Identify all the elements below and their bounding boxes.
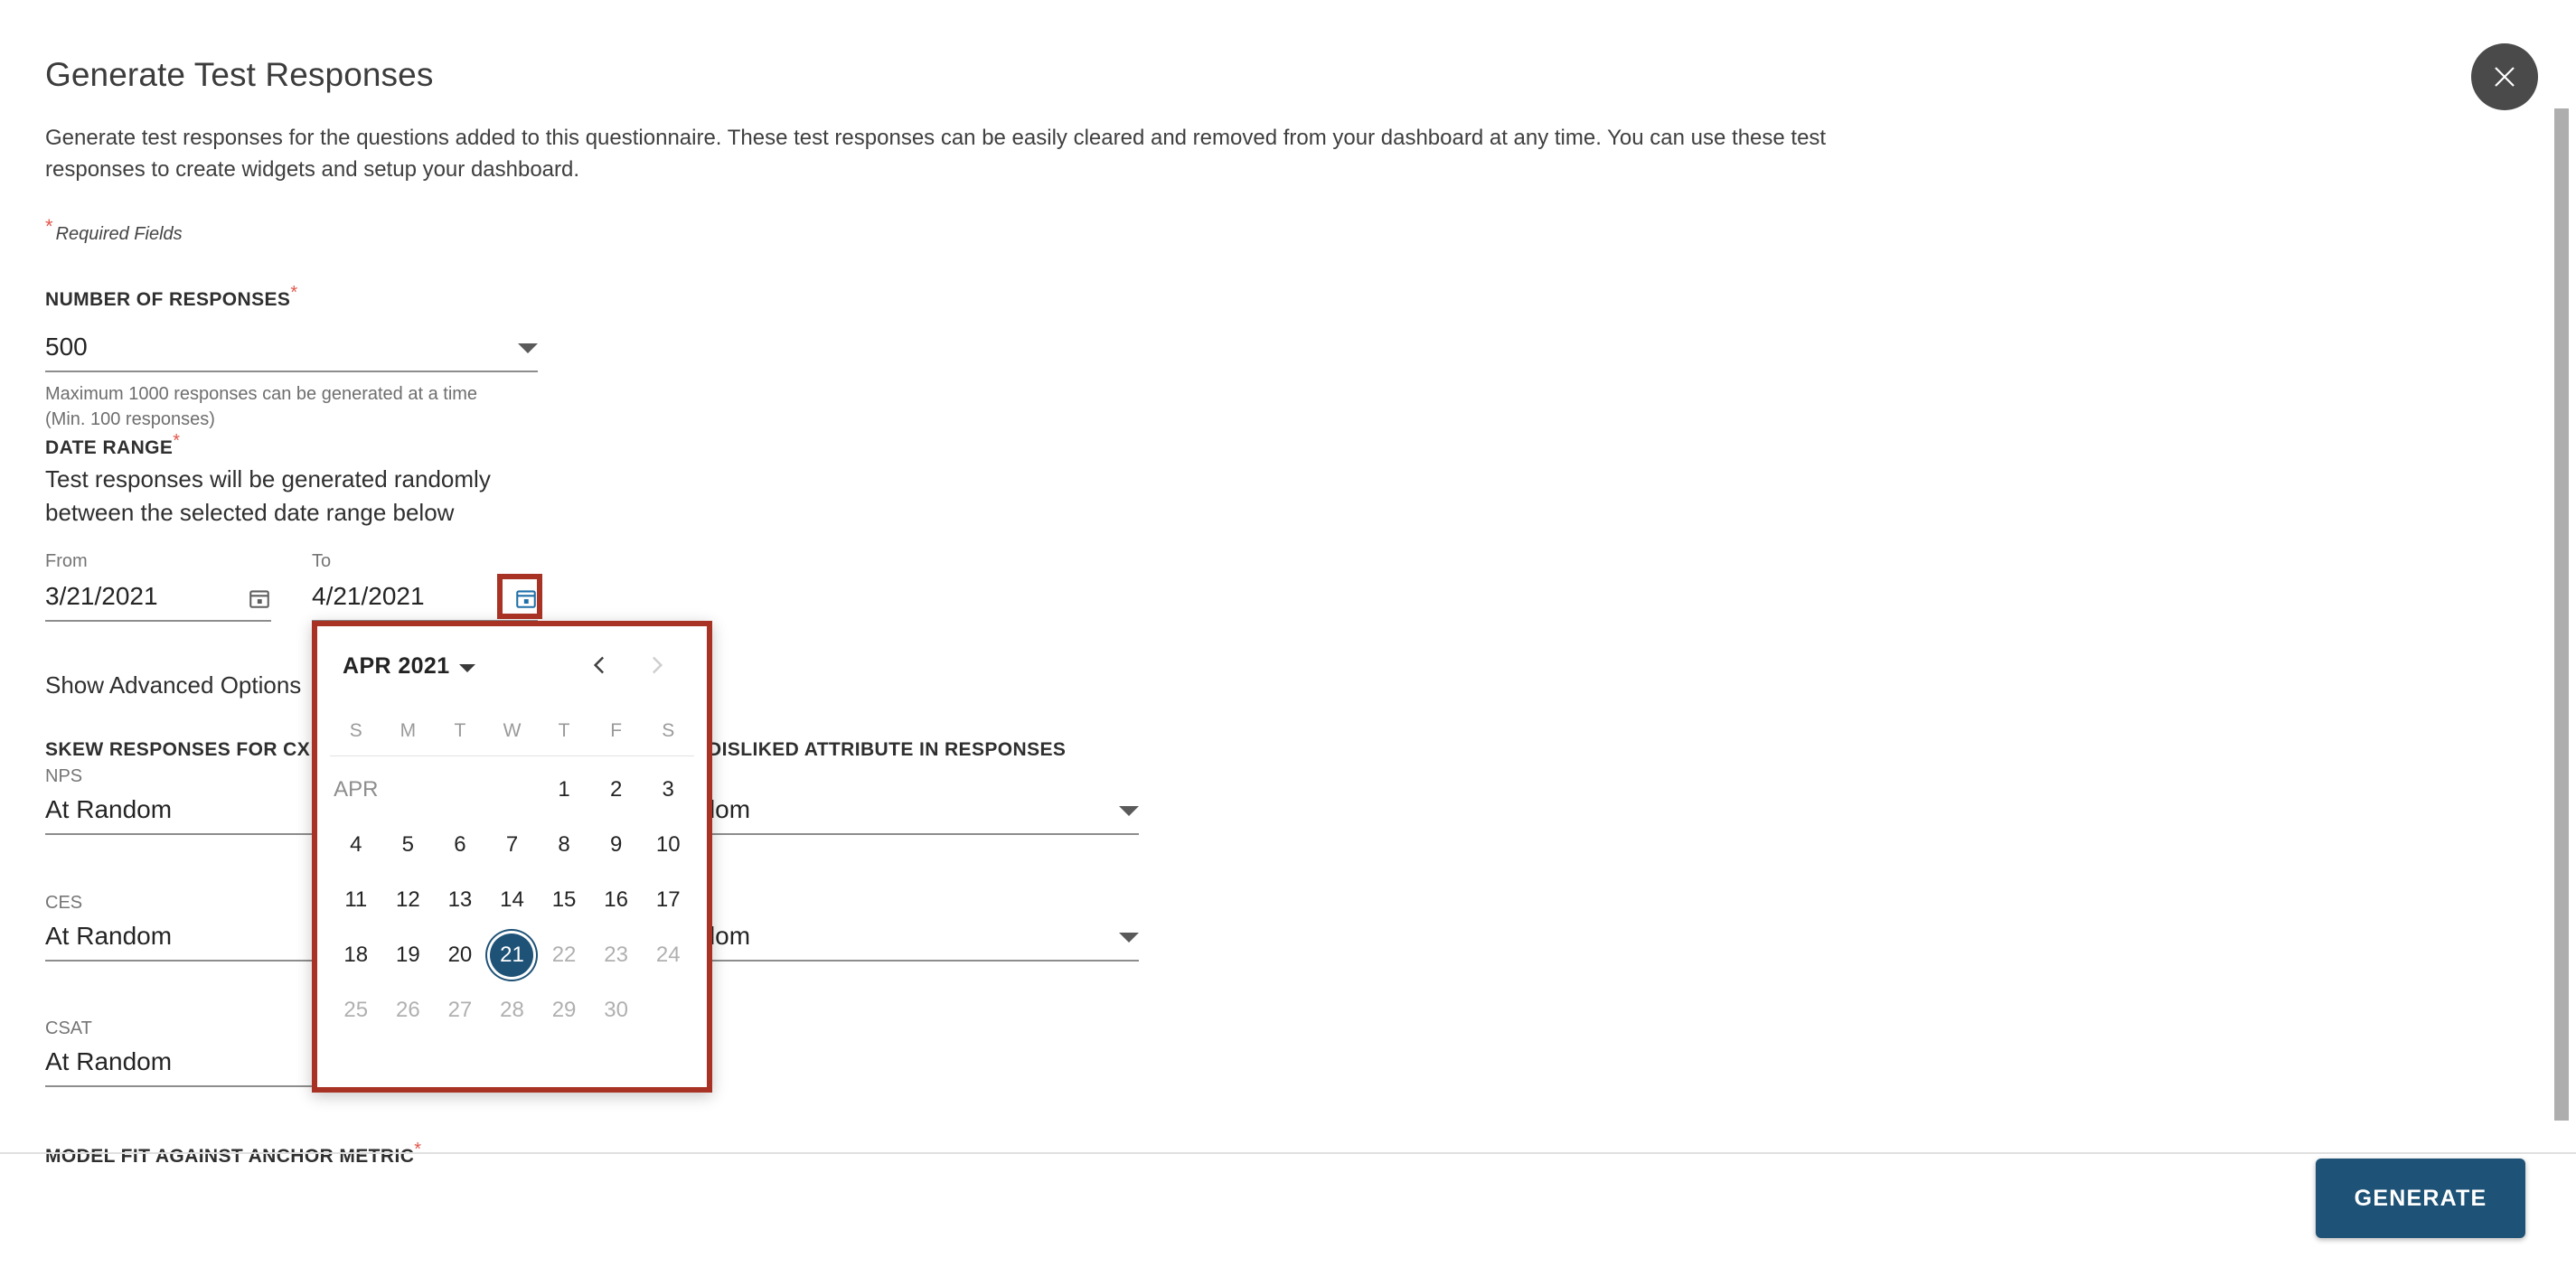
generate-button[interactable]: GENERATE xyxy=(2316,1159,2525,1238)
calendar-day-8[interactable]: 8 xyxy=(538,817,590,872)
to-date-field[interactable]: 4/21/2021 xyxy=(312,569,538,622)
to-calendar-icon-button[interactable] xyxy=(514,586,538,620)
required-asterisk: * xyxy=(414,1140,422,1159)
ces-value: At Random xyxy=(45,922,173,950)
calendar-empty-cell xyxy=(486,762,539,817)
calendar-day-6[interactable]: 6 xyxy=(434,817,486,872)
calendar-day-12[interactable]: 12 xyxy=(382,872,435,927)
weekday-1: M xyxy=(400,719,417,741)
required-asterisk: * xyxy=(45,215,53,238)
calendar-day-5[interactable]: 5 xyxy=(382,817,435,872)
calendar-day-11[interactable]: 11 xyxy=(330,872,382,927)
calendar-prev-button[interactable] xyxy=(586,652,613,680)
calendar-day-29: 29 xyxy=(551,997,577,1022)
calendar-day-27: 27 xyxy=(447,997,473,1022)
dialog-description: Generate test responses for the question… xyxy=(45,126,1827,182)
vertical-scrollbar-thumb[interactable] xyxy=(2554,108,2569,1121)
chevron-right-icon xyxy=(645,653,669,680)
calendar-day-24: 24 xyxy=(655,942,681,967)
weekday-4: T xyxy=(558,719,570,741)
footer-divider xyxy=(0,1152,2576,1154)
number-of-responses-helper: Maximum 1000 responses can be generated … xyxy=(45,384,478,430)
generate-test-responses-dialog: Generate Test Responses Generate test re… xyxy=(0,0,2576,1276)
calendar-icon xyxy=(514,586,538,613)
weekday-6: S xyxy=(662,719,675,741)
from-date-value: 3/21/2021 xyxy=(45,582,158,610)
calendar-day-label: 21 xyxy=(500,942,524,967)
number-of-responses-select[interactable]: 500 xyxy=(45,316,538,372)
weekday-2: T xyxy=(454,719,466,741)
chevron-down-icon xyxy=(518,343,538,353)
calendar-nav-group xyxy=(586,652,687,680)
number-of-responses-label: NUMBER OF RESPONSES* xyxy=(45,283,298,310)
calendar-day-18[interactable]: 18 xyxy=(330,927,382,982)
calendar-day-13[interactable]: 13 xyxy=(434,872,486,927)
calendar-header: APR 2021 xyxy=(330,626,694,706)
calendar-day-14[interactable]: 14 xyxy=(486,872,539,927)
calendar-day-3[interactable]: 3 xyxy=(642,762,694,817)
calendar-day-26: 26 xyxy=(396,997,420,1022)
calendar-day-28: 28 xyxy=(500,997,524,1022)
from-calendar-icon-button[interactable] xyxy=(248,586,271,620)
chevron-down-icon xyxy=(1119,806,1139,816)
calendar-day-30: 30 xyxy=(604,997,628,1022)
csat-value: At Random xyxy=(45,1047,173,1075)
calendar-day-23: 23 xyxy=(604,942,628,967)
close-button[interactable] xyxy=(2471,43,2538,110)
page-title: Generate Test Responses xyxy=(45,56,434,93)
weekday-3: W xyxy=(503,719,522,741)
calendar-day-22: 22 xyxy=(551,942,577,967)
date-picker-popup: APR 20 21 S M T W T F S APR 1 2 3 4 5 6 7… xyxy=(312,621,712,1093)
required-asterisk: * xyxy=(290,283,298,303)
calendar-period-label: APR 2021 xyxy=(343,652,450,679)
calendar-day-21[interactable]: 21 xyxy=(486,927,539,982)
calendar-weekday-header: S M T W T F S xyxy=(330,706,694,756)
calendar-day-4[interactable]: 4 xyxy=(330,817,382,872)
model-fit-label: MODEL FIT AGAINST ANCHOR METRIC* xyxy=(45,1140,422,1167)
required-asterisk: * xyxy=(173,431,181,451)
date-range-label: DATE RANGE* xyxy=(45,431,181,458)
calendar-day-17[interactable]: 17 xyxy=(642,872,694,927)
calendar-day-10[interactable]: 10 xyxy=(642,817,694,872)
close-icon xyxy=(2488,61,2521,93)
from-date-field[interactable]: 3/21/2021 xyxy=(45,569,271,622)
show-advanced-options-toggle[interactable]: Show Advanced Options xyxy=(45,671,301,699)
chevron-left-icon xyxy=(588,653,611,680)
calendar-day-grid: APR 1 2 3 4 5 6 7 8 9 10 11 12 13 14 15 16 17 18 19 20 21 22 23… xyxy=(330,756,694,1037)
nps-value: At Random xyxy=(45,795,173,823)
calendar-day-25: 25 xyxy=(343,997,369,1022)
calendar-day-7[interactable]: 7 xyxy=(486,817,539,872)
to-date-value: 4/21/2021 xyxy=(312,582,425,610)
calendar-day-9[interactable]: 9 xyxy=(590,817,643,872)
calendar-next-button xyxy=(644,652,671,680)
calendar-day-2[interactable]: 2 xyxy=(590,762,643,817)
calendar-day-19[interactable]: 19 xyxy=(382,927,435,982)
calendar-month-tag: APR xyxy=(334,776,379,802)
calendar-empty-cell xyxy=(434,762,486,817)
calendar-day-20[interactable]: 20 xyxy=(434,927,486,982)
date-range-description: Test responses will be generated randoml… xyxy=(45,465,491,526)
weekday-0: S xyxy=(349,719,362,741)
required-fields-label: Required Fields xyxy=(55,224,183,244)
calendar-day-15[interactable]: 15 xyxy=(538,872,590,927)
weekday-5: F xyxy=(610,719,623,741)
calendar-icon xyxy=(248,586,271,613)
calendar-empty-cell xyxy=(382,762,435,817)
chevron-down-icon xyxy=(1119,933,1139,943)
calendar-day-1[interactable]: 1 xyxy=(538,762,590,817)
calendar-day-16[interactable]: 16 xyxy=(590,872,643,927)
calendar-period-selector[interactable]: APR 2021 xyxy=(343,653,475,680)
chevron-down-icon xyxy=(458,663,475,672)
number-of-responses-value: 500 xyxy=(45,333,88,361)
required-fields-note: * Required Fields xyxy=(45,217,183,245)
